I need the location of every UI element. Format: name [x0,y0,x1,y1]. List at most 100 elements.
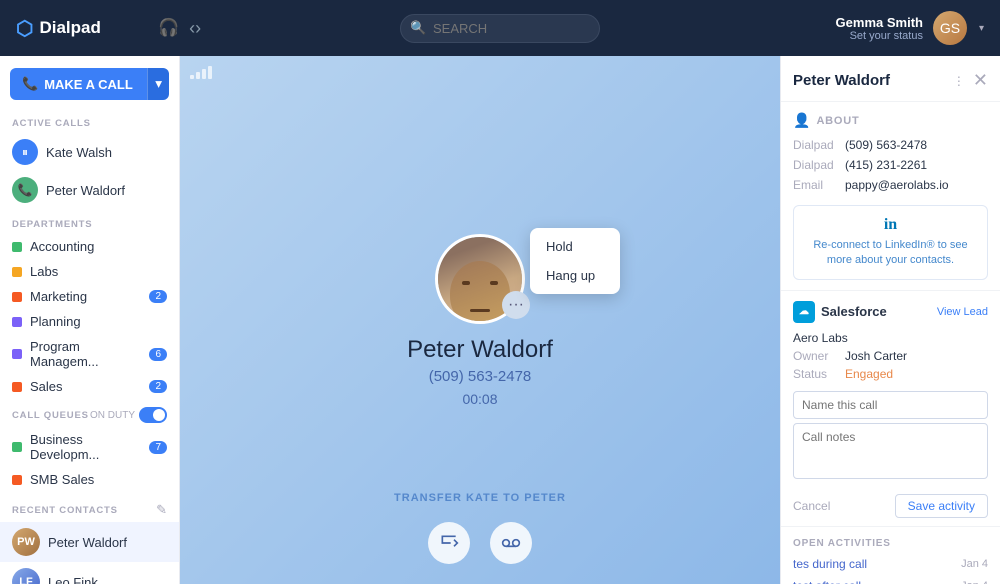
info-value-dialpad1: (509) 563-2478 [845,138,927,152]
activity-btn-row: Cancel Save activity [781,490,1000,526]
dept-name-planning: Planning [30,314,81,329]
activity-name-2[interactable]: test after call [793,579,861,584]
on-duty-label: ON DUTY [90,410,135,421]
dept-planning[interactable]: Planning [0,309,179,334]
cancel-button[interactable]: Cancel [793,499,830,513]
right-panel-header: Peter Waldorf ⋮ ✕ [781,56,1000,102]
close-panel-button[interactable]: ✕ [973,70,988,91]
dept-name-labs: Labs [30,264,58,279]
info-label-dialpad2: Dialpad [793,158,837,172]
hangup-option[interactable]: Hang up [530,261,620,290]
queue-smb[interactable]: SMB Sales [0,467,179,492]
view-lead-link[interactable]: View Lead [937,306,988,318]
options-popup: Hold Hang up [530,228,620,294]
voicemail-button[interactable] [490,522,532,564]
right-panel: Peter Waldorf ⋮ ✕ 👤 ABOUT Dialpad (509) … [780,56,1000,584]
call-actions-bottom [428,522,532,564]
active-calls-label: ACTIVE CALLS [0,108,179,133]
make-call-label: MAKE A CALL [44,77,133,92]
sidebar: 📞 MAKE A CALL ▾ ACTIVE CALLS ⏸ Kate Wals… [0,56,180,584]
search-input[interactable] [400,14,600,43]
bar-3 [202,69,206,79]
dept-accounting[interactable]: Accounting [0,234,179,259]
queue-dot-smb [12,475,22,485]
queue-name-smb: SMB Sales [30,472,94,487]
activity-2: test after call Jan 4 [781,575,1000,584]
make-call-button[interactable]: 📞 MAKE A CALL [10,68,147,100]
transfer-button[interactable] [428,522,470,564]
linkedin-text: Re-connect to LinkedIn® to see more abou… [804,238,977,269]
forward-icon[interactable]: › [195,18,201,39]
main-layout: 📞 MAKE A CALL ▾ ACTIVE CALLS ⏸ Kate Wals… [0,56,1000,584]
panel-more-icon[interactable]: ⋮ [953,74,965,88]
dept-dot-accounting [12,242,22,252]
active-call-name-kate: Kate Walsh [46,145,112,160]
person-icon: 👤 [793,112,810,129]
user-status: Set your status [836,30,923,42]
salesforce-header: ☁ Salesforce View Lead [781,290,1000,327]
contact-avatar-leo: LF [12,568,40,584]
sf-company: Aero Labs [781,327,1000,347]
contact-peter[interactable]: PW Peter Waldorf [0,522,179,562]
sf-status-label: Status [793,367,837,381]
chevron-down-icon[interactable]: ▾ [979,23,984,34]
contact-leo[interactable]: LF Leo Fink [0,562,179,584]
about-section-header: 👤 ABOUT [781,102,1000,135]
bar-1 [190,75,194,79]
active-call-name-peter: Peter Waldorf [46,183,125,198]
dept-badge-sales: 2 [149,380,167,393]
hold-option[interactable]: Hold [530,232,620,261]
caller-name: Peter Waldorf [407,336,553,364]
info-dialpad-1: Dialpad (509) 563-2478 [781,135,1000,155]
activity-1: tes during call Jan 4 [781,553,1000,575]
active-call-kate[interactable]: ⏸ Kate Walsh [0,133,179,171]
linkedin-box: in Re-connect to LinkedIn® to see more a… [793,205,988,280]
info-email: Email pappy@aerolabs.io [781,175,1000,195]
activity-name-1[interactable]: tes during call [793,557,867,571]
panel-title: Peter Waldorf [793,72,953,89]
dept-badge-program: 6 [149,348,167,361]
info-label-email: Email [793,178,837,192]
contact-name-leo: Leo Fink [48,575,98,584]
dept-name-accounting: Accounting [30,239,94,254]
activity-date-1: Jan 4 [961,558,988,570]
topbar-right: Gemma Smith Set your status GS ▾ [836,11,984,45]
active-call-peter[interactable]: 📞 Peter Waldorf [0,171,179,209]
dept-program[interactable]: Program Managem... 6 [0,334,179,374]
avatar[interactable]: GS [933,11,967,45]
search-wrapper: 🔍 [400,14,600,43]
dept-labs[interactable]: Labs [0,259,179,284]
call-queues-label: CALL QUEUES [12,410,90,421]
on-duty-toggle[interactable] [139,407,167,423]
sf-status-value: Engaged [845,367,893,381]
dept-name-marketing: Marketing [30,289,87,304]
user-name: Gemma Smith [836,15,923,30]
queue-biz-dev[interactable]: Business Developm... 7 [0,427,179,467]
dept-dot-sales [12,382,22,392]
headset-icon[interactable]: 🎧 [158,18,179,38]
linkedin-icon: in [804,216,977,234]
make-call-dropdown[interactable]: ▾ [147,68,169,100]
more-options-button[interactable]: ··· [502,291,530,319]
about-label: ABOUT [816,115,859,127]
sf-owner-value: Josh Carter [845,349,907,363]
caller-photo-wrap: ··· Hold Hang up [435,234,525,324]
call-notes-textarea[interactable] [793,423,988,479]
search-icon: 🔍 [410,20,426,36]
dialpad-logo-icon: ⬡ [16,16,33,41]
dept-sales[interactable]: Sales 2 [0,374,179,399]
queue-name-biz: Business Developm... [30,432,141,462]
dept-marketing[interactable]: Marketing 2 [0,284,179,309]
pause-icon: ⏸ [12,139,38,165]
save-activity-button[interactable]: Save activity [895,494,988,518]
call-area: ··· Hold Hang up Peter Waldorf (509) 563… [180,56,780,584]
salesforce-icon: ☁ [793,301,815,323]
edit-contacts-icon[interactable]: ✎ [156,502,167,518]
recent-contacts-label: RECENT CONTACTS [12,505,156,516]
info-label-dialpad1: Dialpad [793,138,837,152]
call-name-input[interactable] [793,391,988,419]
contact-avatar-peter: PW [12,528,40,556]
phone-call-icon: 📞 [12,177,38,203]
open-activities-label: OPEN ACTIVITIES [793,538,891,549]
contact-initials-leo: LF [19,576,32,584]
